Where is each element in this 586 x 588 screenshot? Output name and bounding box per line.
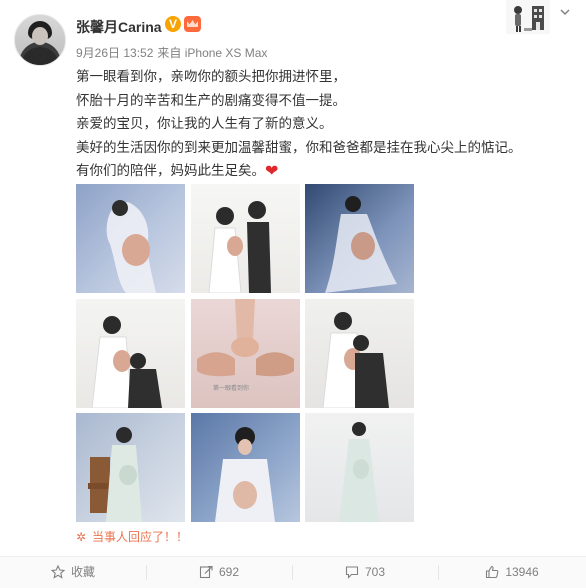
- photo-thumbnail[interactable]: [191, 184, 300, 293]
- photo-thumbnail[interactable]: [76, 184, 185, 293]
- author-name-link[interactable]: 张馨月Carina: [76, 17, 162, 37]
- post-source: 来自 iPhone XS Max: [157, 46, 268, 60]
- post-text-line: 亲爱的宝贝，你让我的人生有了新的意义。: [76, 116, 333, 132]
- card-decoration-icon: [506, 0, 550, 34]
- photo-thumbnail[interactable]: [191, 413, 300, 522]
- like-icon: [486, 565, 499, 579]
- favorite-label: 收藏: [70, 565, 95, 579]
- repost-icon: [199, 565, 213, 579]
- post-text-line: 有你们的陪伴，妈妈此生足矣。: [76, 163, 265, 179]
- photo-thumbnail[interactable]: [305, 299, 414, 408]
- photo-caption: 第一眼看到你: [213, 385, 250, 392]
- photo-thumbnail[interactable]: 第一眼看到你: [191, 299, 300, 408]
- photo-thumbnail[interactable]: [76, 413, 185, 522]
- repost-count: 692: [218, 565, 240, 579]
- verified-badge-icon[interactable]: V: [165, 16, 181, 32]
- like-button[interactable]: 13946: [438, 557, 586, 588]
- repost-button[interactable]: 692: [146, 557, 292, 588]
- photo-thumbnail[interactable]: [305, 413, 414, 522]
- post-text-line: 怀胎十月的辛苦和生产的剧痛变得不值一提。: [76, 92, 346, 109]
- photo-thumbnail[interactable]: [305, 184, 414, 293]
- reply-notice-icon: ✲: [76, 530, 87, 544]
- avatar-face: [32, 27, 48, 45]
- post-date-link[interactable]: 9月26日 13:52: [76, 46, 153, 60]
- post-content: 第一眼看到你，亲吻你的额头把你拥进怀里， 怀胎十月的辛苦和生产的剧痛变得不值一提…: [76, 66, 566, 184]
- photo-grid: 第一眼看到你: [76, 184, 414, 524]
- action-bar: 收藏 692 703 13946: [0, 556, 586, 588]
- post-text-line-last: 有你们的陪伴，妈妈此生足矣。❤: [76, 160, 566, 184]
- comment-button[interactable]: 703: [292, 557, 438, 588]
- weibo-post-card: 张馨月Carina V 9月26日 13:52 来自 iPhone XS Max …: [0, 0, 586, 588]
- chevron-down-icon[interactable]: [557, 6, 573, 22]
- reply-notice-link[interactable]: ✲ 当事人回应了！！: [76, 528, 188, 545]
- reply-notice-text: 当事人回应了！！: [92, 530, 189, 544]
- post-text-line: 第一眼看到你，亲吻你的额头把你拥进怀里，: [76, 69, 346, 85]
- heart-emoji-icon: ❤: [265, 161, 279, 180]
- favorite-button[interactable]: 收藏: [0, 557, 146, 588]
- photo-thumbnail[interactable]: [76, 299, 185, 408]
- comment-icon: [345, 566, 359, 579]
- post-meta: 9月26日 13:52 来自 iPhone XS Max: [76, 44, 271, 61]
- post-text-line: 美好的生活因你的到来更加温馨甜蜜，你和爸爸都是挂在我心尖上的惦记。: [76, 139, 522, 156]
- author-avatar[interactable]: [14, 14, 66, 66]
- avatar-body: [21, 47, 59, 65]
- star-icon: [50, 564, 66, 579]
- member-crown-icon[interactable]: [184, 16, 201, 32]
- like-count: 13946: [505, 565, 539, 579]
- comment-count: 703: [364, 565, 386, 579]
